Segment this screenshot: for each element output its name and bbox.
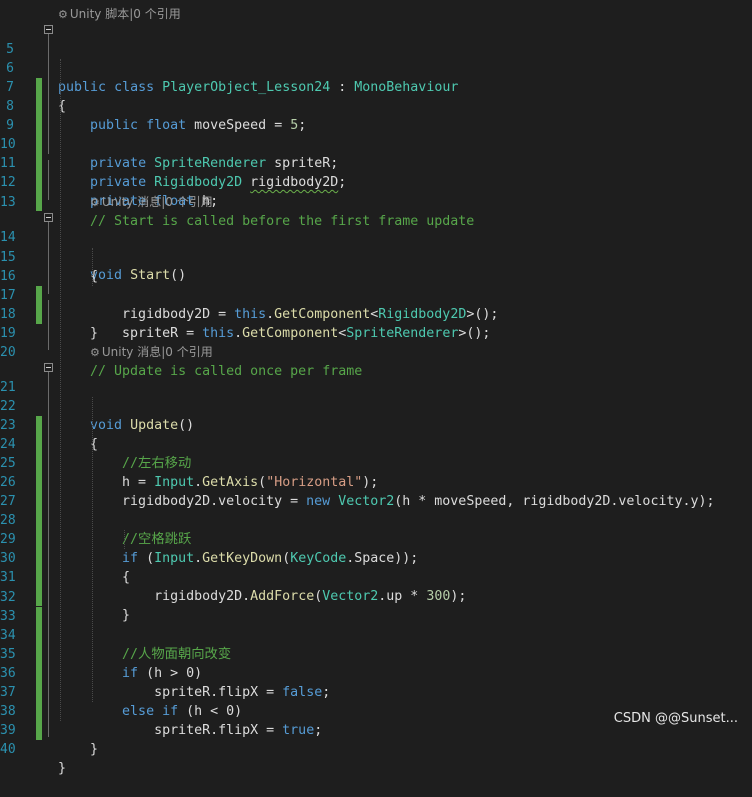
code-line: 20 // Update is called once per frame (0, 345, 363, 379)
code-line: 18 } (0, 307, 99, 341)
unity-icon: ⚙ (90, 196, 100, 209)
code-line: 6 { (0, 40, 752, 114)
code-line: 8 (0, 78, 752, 135)
code-line: 34 if (h > 0) (0, 628, 203, 681)
watermark: CSDN @@Sunset... (613, 711, 738, 726)
code-line: 37 spriteR.flipX = true; (0, 685, 323, 738)
code-line: 19 (0, 305, 752, 341)
fold-line (48, 372, 49, 737)
collapse-icon[interactable] (44, 213, 53, 222)
code-line: 15 { (0, 250, 99, 284)
indent-guide (92, 248, 93, 286)
code-lens-text: Unity 消息|0 个引用 (101, 345, 213, 359)
fold-line (48, 222, 49, 294)
collapse-icon[interactable] (44, 25, 53, 34)
code-line: 11 private float h; (0, 156, 219, 209)
code-line: 22 { (0, 399, 99, 452)
code-line: 38 (0, 683, 752, 740)
code-line: 25 rigidbody2D.velocity = new Vector2(h … (0, 456, 715, 509)
code-line: 28 if (Input.GetKeyDown(KeyCode.Space)); (0, 513, 419, 566)
indent-guide (124, 530, 125, 549)
code-line: 17 spriteR = this.GetComponent<SpriteRen… (0, 288, 491, 341)
code-line: 30 rigidbody2D.AddForce(Vector2.up * 300… (0, 551, 467, 604)
code-line: 29 { (0, 532, 131, 585)
code-line: 35 spriteR.flipX = false; (0, 647, 331, 700)
code-line: 5 public class PlayerObject_Lesson24 : M… (0, 21, 752, 95)
indent-guide (60, 59, 61, 721)
code-line: 14 void Start() (0, 209, 752, 283)
code-line: 16 rigidbody2D = this.GetComponent<Rigid… (0, 269, 499, 322)
code-line: 12 (0, 154, 752, 211)
code-line: 36 else if (h < 0) (0, 666, 243, 719)
code-line: 33 //人物面朝向改变 (0, 609, 232, 662)
code-line: 13 // Start is called before the first f… (0, 195, 475, 229)
code-line: 24 h = Input.GetAxis("Horizontal"); (0, 437, 379, 490)
unity-icon: ⚙ (90, 346, 100, 359)
indent-guide (92, 397, 93, 702)
fold-line (48, 300, 49, 350)
code-line: 23 //左右移动 (0, 418, 192, 471)
code-line: 21 void Update() (0, 359, 752, 433)
code-line: 27 //空格跳跃 (0, 494, 192, 547)
code-lens-text: Unity 脚本|0 个引用 (69, 7, 181, 21)
fold-line (48, 160, 49, 200)
code-lens-text: Unity 消息|0 个引用 (101, 195, 213, 209)
unity-icon: ⚙ (58, 8, 68, 21)
code-editor[interactable]: ⚙ Unity 脚本|0 个引用 5 public class PlayerObj… (0, 0, 752, 776)
collapse-icon[interactable] (44, 363, 53, 372)
line-number: 40 (0, 742, 16, 757)
code-line: 10 private Rigidbody2D rigidbody2D; (0, 137, 347, 190)
code-line: 31 } (0, 570, 131, 623)
fold-line (48, 34, 49, 154)
code-line: 32 (0, 569, 752, 626)
code-line: 7 public float moveSpeed = 5; (0, 59, 752, 133)
code-line: 9 private SpriteRenderer spriteR; (0, 97, 752, 171)
code-line: 26 (0, 454, 752, 511)
